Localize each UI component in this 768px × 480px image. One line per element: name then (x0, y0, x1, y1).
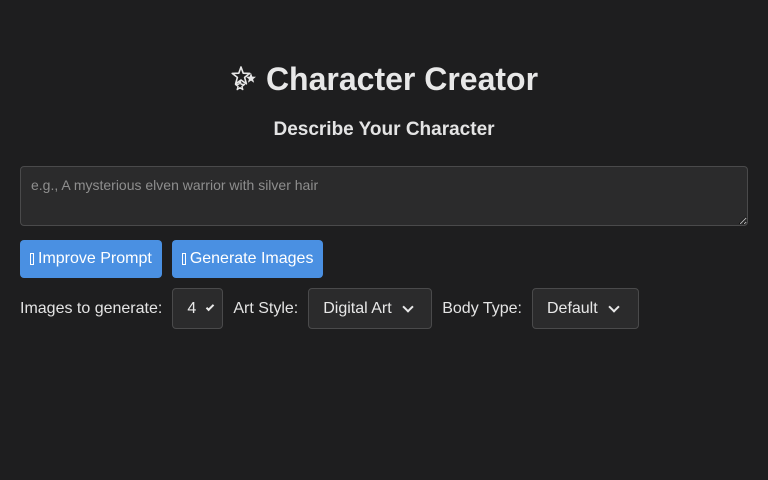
action-buttons: Improve Prompt Generate Images (20, 240, 324, 278)
chevron-down-icon (205, 302, 215, 311)
chevron-down-icon (402, 300, 414, 313)
character-creator-page: Character Creator Describe Your Characte… (0, 0, 768, 480)
image-count-value: 4 (187, 299, 197, 317)
generation-options: Images to generate: 4 Art Style: Digital… (20, 288, 639, 329)
generate-images-label: Generate Images (189, 250, 314, 267)
improve-prompt-label: Improve Prompt (38, 250, 152, 267)
body-type-select[interactable]: Default (531, 288, 639, 329)
section-subtitle: Describe Your Character (273, 119, 495, 140)
image-count-select[interactable]: 4 (172, 288, 224, 329)
page-header: Character Creator (0, 58, 768, 100)
art-style-label: Art Style: (233, 299, 299, 317)
missing-glyph-icon (181, 253, 186, 265)
art-style-select[interactable]: Digital Art (308, 288, 433, 329)
body-type-label: Body Type: (442, 299, 522, 317)
generate-images-button[interactable]: Generate Images (171, 240, 324, 278)
chevron-down-icon (608, 300, 620, 313)
improve-prompt-button[interactable]: Improve Prompt (20, 240, 162, 278)
body-type-value: Default (546, 299, 598, 317)
page-title: Character Creator (265, 61, 539, 97)
sparkles-icon (230, 65, 258, 93)
art-style-value: Digital Art (323, 299, 392, 317)
missing-glyph-icon (30, 253, 34, 265)
image-count-label: Images to generate: (20, 299, 163, 317)
character-description-input[interactable] (20, 166, 748, 226)
